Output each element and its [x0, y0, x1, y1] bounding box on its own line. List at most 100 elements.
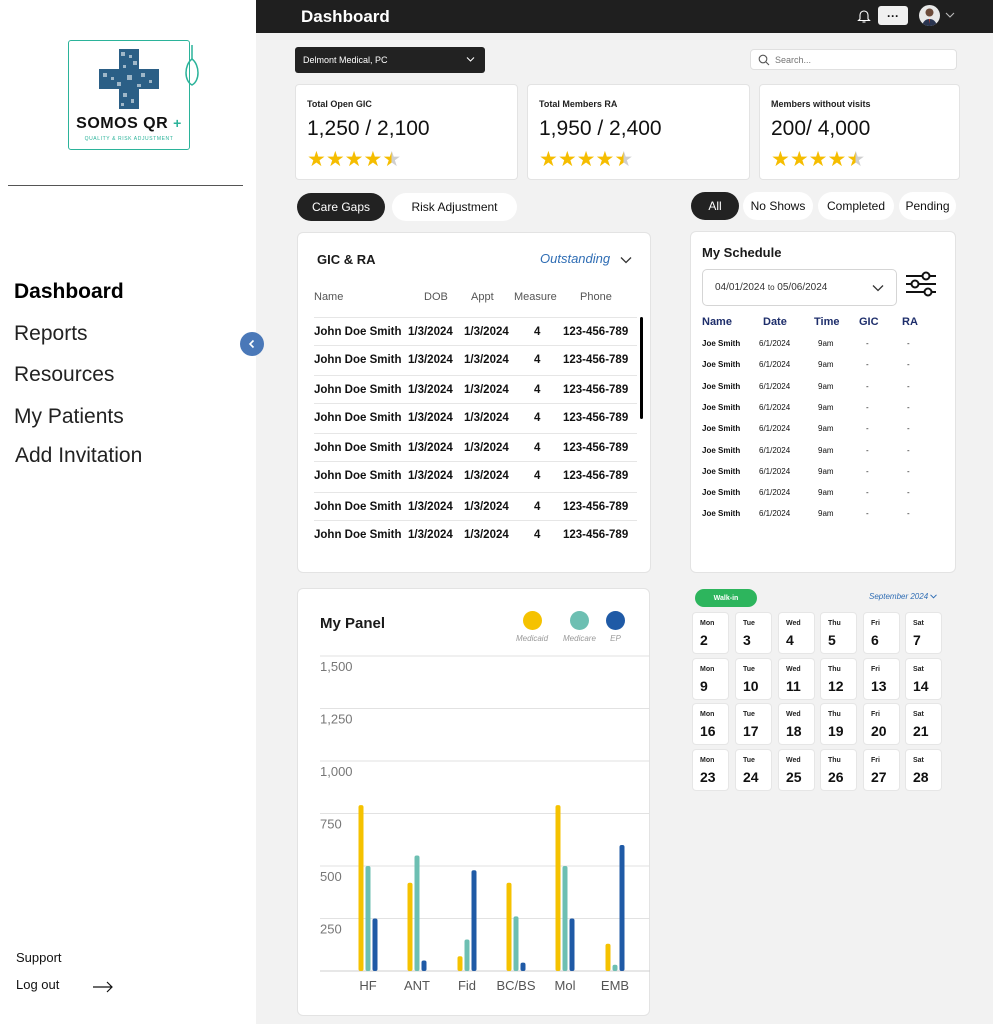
- table-row[interactable]: John Doe Smith 1/3/2024 1/3/2024 4 123-456-7…: [314, 492, 637, 520]
- bar-medicare-mol[interactable]: [562, 866, 568, 971]
- calendar-day[interactable]: Mon 9: [692, 658, 729, 700]
- bar-medicaid-emb[interactable]: [605, 943, 611, 971]
- calendar-day[interactable]: Thu 12: [820, 658, 857, 700]
- table-row[interactable]: John Doe Smith 1/3/2024 1/3/2024 4 123-456-7…: [314, 317, 637, 345]
- calendar-day[interactable]: Thu 19: [820, 703, 857, 745]
- sidebar-item-my-patients[interactable]: My Patients: [14, 405, 124, 429]
- table-row[interactable]: John Doe Smith 1/3/2024 1/3/2024 4 123-456-7…: [314, 345, 637, 373]
- calendar-day[interactable]: Fri 20: [863, 703, 900, 745]
- tab-care-gaps[interactable]: Care Gaps: [297, 193, 385, 221]
- calendar-day[interactable]: Tue 24: [735, 749, 772, 791]
- sidebar-item-add-invitation[interactable]: Add Invitation: [15, 444, 142, 468]
- bar-ep-bcbs[interactable]: [520, 962, 526, 971]
- calendar-day[interactable]: Mon 23: [692, 749, 729, 791]
- schedule-row[interactable]: Joe Smith 6/1/2024 9am - -: [691, 446, 953, 467]
- bar-ep-mol[interactable]: [569, 918, 575, 972]
- calendar-day[interactable]: Fri 27: [863, 749, 900, 791]
- more-options-button[interactable]: ···: [878, 6, 908, 25]
- chevron-down-icon[interactable]: [620, 256, 632, 264]
- stethoscope-icon: [185, 45, 199, 86]
- walk-in-button[interactable]: Walk-in: [695, 589, 757, 607]
- gic-ra-card: GIC & RA Outstanding Name DOB Appt Measu…: [297, 232, 651, 573]
- schedule-row[interactable]: Joe Smith 6/1/2024 9am - -: [691, 467, 953, 488]
- tab-risk-adjustment[interactable]: Risk Adjustment: [392, 193, 517, 221]
- legend-label: EP: [610, 634, 621, 643]
- table-row[interactable]: John Doe Smith 1/3/2024 1/3/2024 4 123-456-7…: [314, 375, 637, 403]
- table-row[interactable]: John Doe Smith 1/3/2024 1/3/2024 4 123-456-7…: [314, 433, 637, 461]
- tab-completed[interactable]: Completed: [818, 192, 894, 220]
- table-scrollbar[interactable]: [640, 317, 643, 419]
- table-cell: 1/3/2024: [408, 412, 453, 424]
- bar-ep-ant[interactable]: [421, 960, 427, 972]
- schedule-row[interactable]: Joe Smith 6/1/2024 9am - -: [691, 509, 953, 530]
- table-cell: John Doe Smith: [314, 501, 402, 513]
- calendar-day[interactable]: Mon 16: [692, 703, 729, 745]
- calendar-day[interactable]: Tue 10: [735, 658, 772, 700]
- bar-medicare-bcbs[interactable]: [513, 916, 519, 971]
- bar-medicare-fid[interactable]: [464, 939, 470, 972]
- bar-medicaid-ant[interactable]: [407, 882, 413, 971]
- star-half-icon: ★: [846, 148, 866, 171]
- schedule-row[interactable]: Joe Smith 6/1/2024 9am - -: [691, 382, 953, 403]
- practice-select[interactable]: Delmont Medical, PC: [295, 47, 485, 73]
- date-range-select[interactable]: 04/01/2024 to 05/06/2024: [702, 269, 897, 306]
- calendar-day[interactable]: Wed 25: [778, 749, 815, 791]
- table-row[interactable]: John Doe Smith 1/3/2024 1/3/2024 4 123-456-7…: [314, 461, 637, 489]
- schedule-row[interactable]: Joe Smith 6/1/2024 9am - -: [691, 424, 953, 445]
- calendar-day[interactable]: Thu 5: [820, 612, 857, 654]
- search-input[interactable]: [775, 52, 950, 68]
- chevron-down-icon[interactable]: [945, 11, 955, 19]
- weekday-label: Fri: [871, 757, 880, 764]
- schedule-row[interactable]: Joe Smith 6/1/2024 9am - -: [691, 339, 953, 360]
- sidebar-item-reports[interactable]: Reports: [14, 322, 88, 346]
- tab-all[interactable]: All: [691, 192, 739, 220]
- calendar-day[interactable]: Sat 14: [905, 658, 942, 700]
- bar-ep-emb[interactable]: [619, 845, 625, 971]
- logout-arrow-icon[interactable]: [92, 980, 114, 994]
- calendar-day[interactable]: Tue 17: [735, 703, 772, 745]
- bar-medicaid-bcbs[interactable]: [506, 882, 512, 971]
- legend-medicare: Medicare: [563, 611, 596, 643]
- table-cell: John Doe Smith: [314, 442, 402, 454]
- y-tick-label: 750: [320, 817, 342, 832]
- schedule-row[interactable]: Joe Smith 6/1/2024 9am - -: [691, 360, 953, 381]
- sidebar-item-resources[interactable]: Resources: [14, 363, 114, 387]
- calendar-day[interactable]: Wed 11: [778, 658, 815, 700]
- calendar-day[interactable]: Wed 4: [778, 612, 815, 654]
- calendar-day[interactable]: Sat 7: [905, 612, 942, 654]
- bar-medicare-hf[interactable]: [365, 866, 371, 971]
- schedule-row[interactable]: Joe Smith 6/1/2024 9am - -: [691, 403, 953, 424]
- calendar-day[interactable]: Fri 13: [863, 658, 900, 700]
- calendar-day[interactable]: Fri 6: [863, 612, 900, 654]
- bar-ep-hf[interactable]: [372, 918, 378, 972]
- bar-medicaid-fid[interactable]: [457, 956, 463, 971]
- bar-ep-fid[interactable]: [471, 870, 477, 971]
- outstanding-filter[interactable]: Outstanding: [540, 251, 610, 266]
- calendar-day[interactable]: Sat 21: [905, 703, 942, 745]
- sidebar-collapse-button[interactable]: [240, 332, 264, 356]
- tab-pending[interactable]: Pending: [899, 192, 956, 220]
- day-number: 24: [743, 769, 759, 785]
- table-row[interactable]: John Doe Smith 1/3/2024 1/3/2024 4 123-456-7…: [314, 403, 637, 431]
- schedule-row[interactable]: Joe Smith 6/1/2024 9am - -: [691, 488, 953, 509]
- bar-medicare-emb[interactable]: [612, 964, 618, 971]
- calendar-day[interactable]: Thu 26: [820, 749, 857, 791]
- support-link[interactable]: Support: [16, 950, 62, 965]
- bar-medicare-ant[interactable]: [414, 855, 420, 972]
- weekday-label: Tue: [743, 711, 755, 718]
- tab-no-shows[interactable]: No Shows: [743, 192, 813, 220]
- calendar-day[interactable]: Sat 28: [905, 749, 942, 791]
- brand-logo[interactable]: SOMOS QR + QUALITY & RISK ADJUSTMENT: [68, 40, 199, 150]
- calendar-day[interactable]: Mon 2: [692, 612, 729, 654]
- bell-icon[interactable]: [856, 8, 872, 24]
- calendar-day[interactable]: Tue 3: [735, 612, 772, 654]
- bar-medicaid-mol[interactable]: [555, 805, 561, 971]
- bar-medicaid-hf[interactable]: [358, 805, 364, 971]
- sidebar-item-dashboard[interactable]: Dashboard: [14, 280, 124, 304]
- avatar[interactable]: [919, 5, 940, 26]
- month-select[interactable]: September 2024: [869, 592, 938, 601]
- calendar-day[interactable]: Wed 18: [778, 703, 815, 745]
- logout-link[interactable]: Log out: [16, 977, 59, 992]
- table-row[interactable]: John Doe Smith 1/3/2024 1/3/2024 4 123-456-7…: [314, 520, 637, 548]
- sliders-icon[interactable]: [904, 269, 938, 299]
